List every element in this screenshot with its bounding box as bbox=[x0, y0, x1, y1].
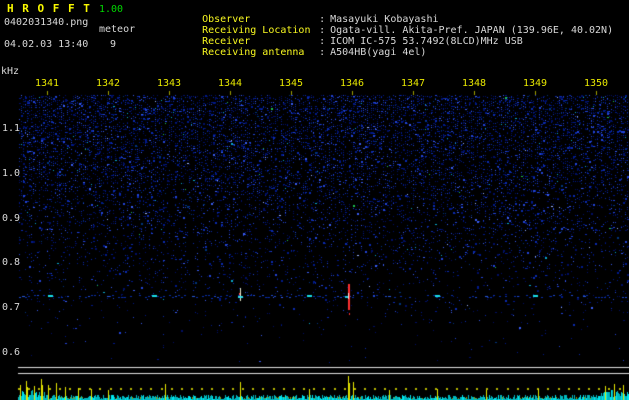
info-label: Receiving antenna bbox=[202, 47, 305, 58]
y-tick-label: 0.9 bbox=[2, 213, 21, 224]
meteor-count: 9 bbox=[110, 39, 117, 50]
app-title: H R O F F T bbox=[7, 2, 91, 15]
x-tick-label: 1347 bbox=[400, 78, 426, 89]
y-tick-label: 0.7 bbox=[2, 302, 21, 313]
filename: 0402031340.png bbox=[4, 17, 89, 28]
y-tick-label: 0.6 bbox=[2, 347, 21, 358]
y-tick-label: 1.0 bbox=[2, 168, 21, 179]
y-axis-title: kHz bbox=[1, 66, 20, 77]
y-tick-label: 1.1 bbox=[2, 123, 21, 134]
x-tick-label: 1344 bbox=[217, 78, 243, 89]
x-tick-label: 1350 bbox=[583, 78, 609, 89]
observation-mode: meteor bbox=[99, 24, 136, 35]
x-tick-label: 1348 bbox=[461, 78, 487, 89]
info-separator: : bbox=[319, 47, 326, 58]
x-tick-label: 1341 bbox=[34, 78, 60, 89]
datetime: 04.02.03 13:40 bbox=[4, 39, 89, 50]
x-tick-label: 1342 bbox=[95, 78, 121, 89]
x-tick-label: 1349 bbox=[522, 78, 548, 89]
x-tick-label: 1343 bbox=[156, 78, 182, 89]
info-row-antenna: Receiving antenna: A504HB(yagi 4el) bbox=[178, 36, 426, 69]
y-tick-label: 0.8 bbox=[2, 257, 21, 268]
info-value: A504HB(yagi 4el) bbox=[330, 47, 427, 58]
x-tick-label: 1346 bbox=[339, 78, 365, 89]
app-version: 1.00 bbox=[99, 4, 124, 15]
x-tick-label: 1345 bbox=[278, 78, 304, 89]
hrofft-output: H R O F F T 1.00 0402031340.png meteor 0… bbox=[0, 0, 629, 400]
